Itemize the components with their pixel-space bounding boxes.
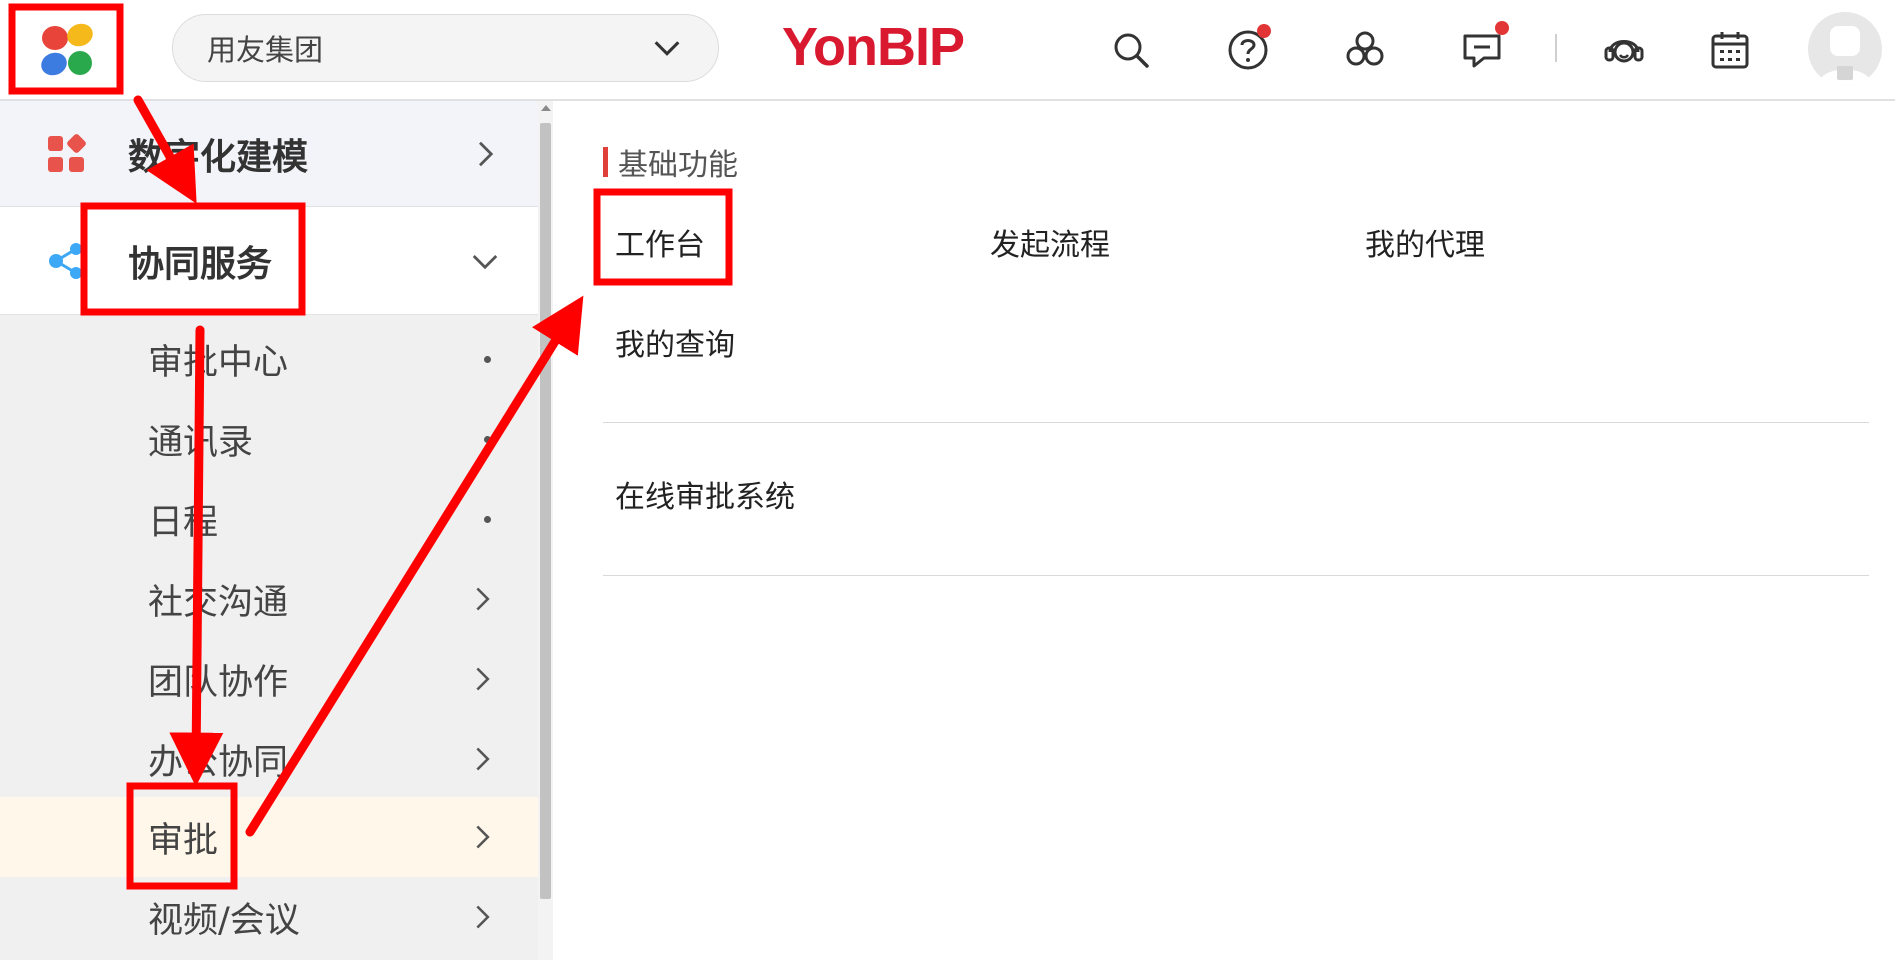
scrollbar-thumb[interactable]: [540, 123, 551, 899]
function-workbench[interactable]: 工作台: [615, 220, 705, 264]
customer-service-button[interactable]: [1600, 26, 1648, 74]
sidebar-item-label: 审批: [148, 820, 219, 861]
user-avatar[interactable]: [1808, 12, 1882, 86]
sidebar-item-label: 日程: [148, 502, 219, 543]
help-notification-dot: [1257, 24, 1271, 38]
function-my-delegation[interactable]: 我的代理: [1365, 220, 1485, 264]
chevron-right-icon: [476, 587, 490, 611]
sidebar-item-schedule[interactable]: 日程: [0, 479, 538, 559]
apps-cluster-button[interactable]: [1341, 26, 1389, 74]
chevron-right-icon: [479, 141, 494, 166]
chevron-right-icon: [476, 747, 490, 771]
header-separator: [1555, 34, 1557, 62]
section-divider: [603, 422, 1869, 423]
sidebar-item-label: 社交沟通: [148, 582, 289, 623]
sidebar-item-social-communication[interactable]: 社交沟通: [0, 559, 538, 639]
sidebar-item-approval-center[interactable]: 审批中心: [0, 319, 538, 399]
bullet-dot-icon: [484, 515, 491, 523]
sidebar-item-label: 团队协作: [148, 662, 289, 703]
sidebar-item-video-meeting[interactable]: 视频/会议: [0, 877, 538, 957]
sidebar-group-label: 数字化建模: [128, 136, 309, 178]
search-button[interactable]: [1107, 26, 1155, 74]
message-icon: [1463, 34, 1501, 68]
message-notification-dot: [1495, 21, 1509, 35]
yonbip-logo: YonBIP: [782, 17, 965, 77]
sidebar-group-label: 协同服务: [128, 243, 273, 285]
app-launcher-icon: [41, 23, 93, 76]
chevron-right-icon: [476, 825, 490, 849]
sidebar-scrollbar[interactable]: [538, 101, 553, 960]
section-title: 基础功能: [603, 140, 738, 184]
online-approval-system-link[interactable]: 在线审批系统: [615, 472, 795, 516]
app-launcher-button[interactable]: [14, 10, 120, 90]
sidebar-item-contacts[interactable]: 通讯录: [0, 399, 538, 479]
apps-cluster-icon: [1346, 31, 1384, 66]
sidebar-item-team-collaboration[interactable]: 团队协作: [0, 639, 538, 719]
sidebar-item-label: 审批中心: [148, 342, 289, 383]
sidebar-item-office-collaboration[interactable]: 办公协同: [0, 719, 538, 799]
section-accent-bar: [603, 147, 608, 177]
share-icon: [49, 242, 82, 279]
function-start-process[interactable]: 发起流程: [990, 220, 1110, 264]
modeling-icon: [48, 133, 86, 172]
chevron-down-icon: [654, 41, 680, 56]
chevron-right-icon: [476, 667, 490, 691]
sidebar-group-collaboration-service[interactable]: 协同服务: [0, 207, 538, 315]
search-icon: [1114, 33, 1149, 68]
sidebar-item-label: 通讯录: [148, 422, 254, 463]
function-my-query[interactable]: 我的查询: [615, 320, 735, 364]
bullet-dot-icon: [484, 355, 491, 363]
sidebar-group-digital-modeling[interactable]: 数字化建模: [0, 101, 538, 207]
organization-select[interactable]: 用友集团: [172, 14, 719, 82]
top-header: 用友集团 YonBIP: [0, 0, 1895, 101]
avatar-icon: [1818, 26, 1872, 86]
sidebar-item-approval[interactable]: 审批: [0, 797, 538, 877]
calendar-button[interactable]: [1706, 26, 1754, 74]
scroll-up-arrow-icon[interactable]: [541, 105, 551, 111]
sidebar-item-label: 办公协同: [148, 742, 289, 783]
calendar-icon: [1711, 32, 1749, 69]
section-title-text: 基础功能: [618, 148, 738, 183]
chevron-down-icon: [472, 254, 498, 269]
section-divider: [603, 575, 1869, 576]
organization-select-value: 用友集团: [207, 33, 324, 67]
chevron-right-icon: [476, 905, 490, 929]
bullet-dot-icon: [484, 435, 491, 443]
sidebar-item-label: 视频/会议: [148, 900, 300, 941]
customer-service-icon: [1604, 40, 1644, 63]
